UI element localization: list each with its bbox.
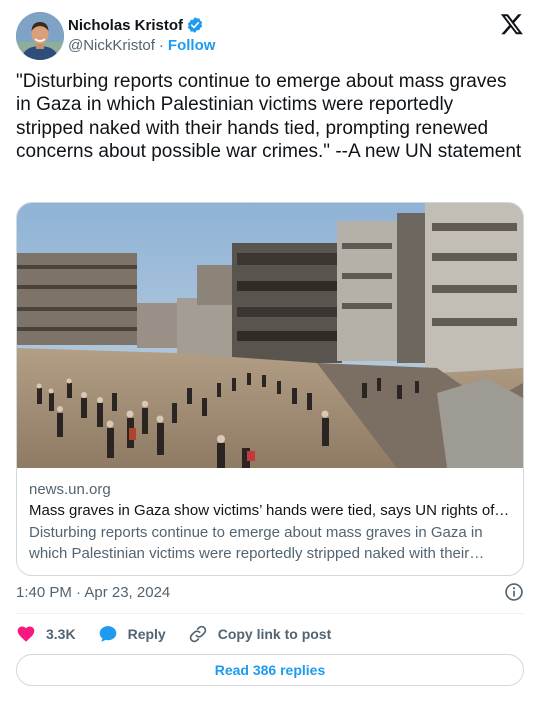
follow-button[interactable]: Follow [168,37,216,54]
author-names: Nicholas Kristof @NickKristof · Follow [68,15,216,55]
author-display-name[interactable]: Nicholas Kristof [68,17,183,34]
reply-label: Reply [127,626,166,642]
copy-link-label: Copy link to post [217,626,332,642]
verified-badge-icon [187,17,203,33]
x-logo-icon[interactable] [500,12,524,36]
info-icon[interactable] [504,582,524,602]
action-bar: 3.3K Reply Copy link to post [16,622,524,646]
link-icon [189,625,206,643]
heart-icon [17,626,35,642]
avatar[interactable] [16,12,64,60]
timestamp[interactable]: 1:40 PM · Apr 23, 2024 [16,584,170,601]
card-description: Disturbing reports continue to emerge ab… [29,524,483,562]
divider [16,613,524,614]
separator-dot: · [158,37,164,54]
tweet-text: "Disturbing reports continue to emerge a… [16,71,522,163]
tweet-meta: 1:40 PM · Apr 23, 2024 [16,582,524,602]
read-replies-label: Read 386 replies [214,662,326,678]
reply-button[interactable]: Reply [98,624,166,644]
like-count: 3.3K [46,626,76,642]
card-body: news.un.org Mass graves in Gaza show vic… [17,468,523,564]
card-image [17,203,523,468]
author-handle[interactable]: @NickKristof [68,37,155,54]
copy-link-button[interactable]: Copy link to post [188,624,332,644]
tweet-header: Nicholas Kristof @NickKristof · Follow [16,12,524,60]
card-title: Mass graves in Gaza show victims’ hands … [29,502,511,519]
tweet-embed: Nicholas Kristof @NickKristof · Follow "… [0,0,540,701]
read-replies-button[interactable]: Read 386 replies [16,654,524,686]
reply-bubble-icon [99,626,116,642]
card-domain: news.un.org [29,481,111,498]
link-preview-card[interactable]: news.un.org Mass graves in Gaza show vic… [16,202,524,576]
like-button[interactable]: 3.3K [16,624,76,644]
